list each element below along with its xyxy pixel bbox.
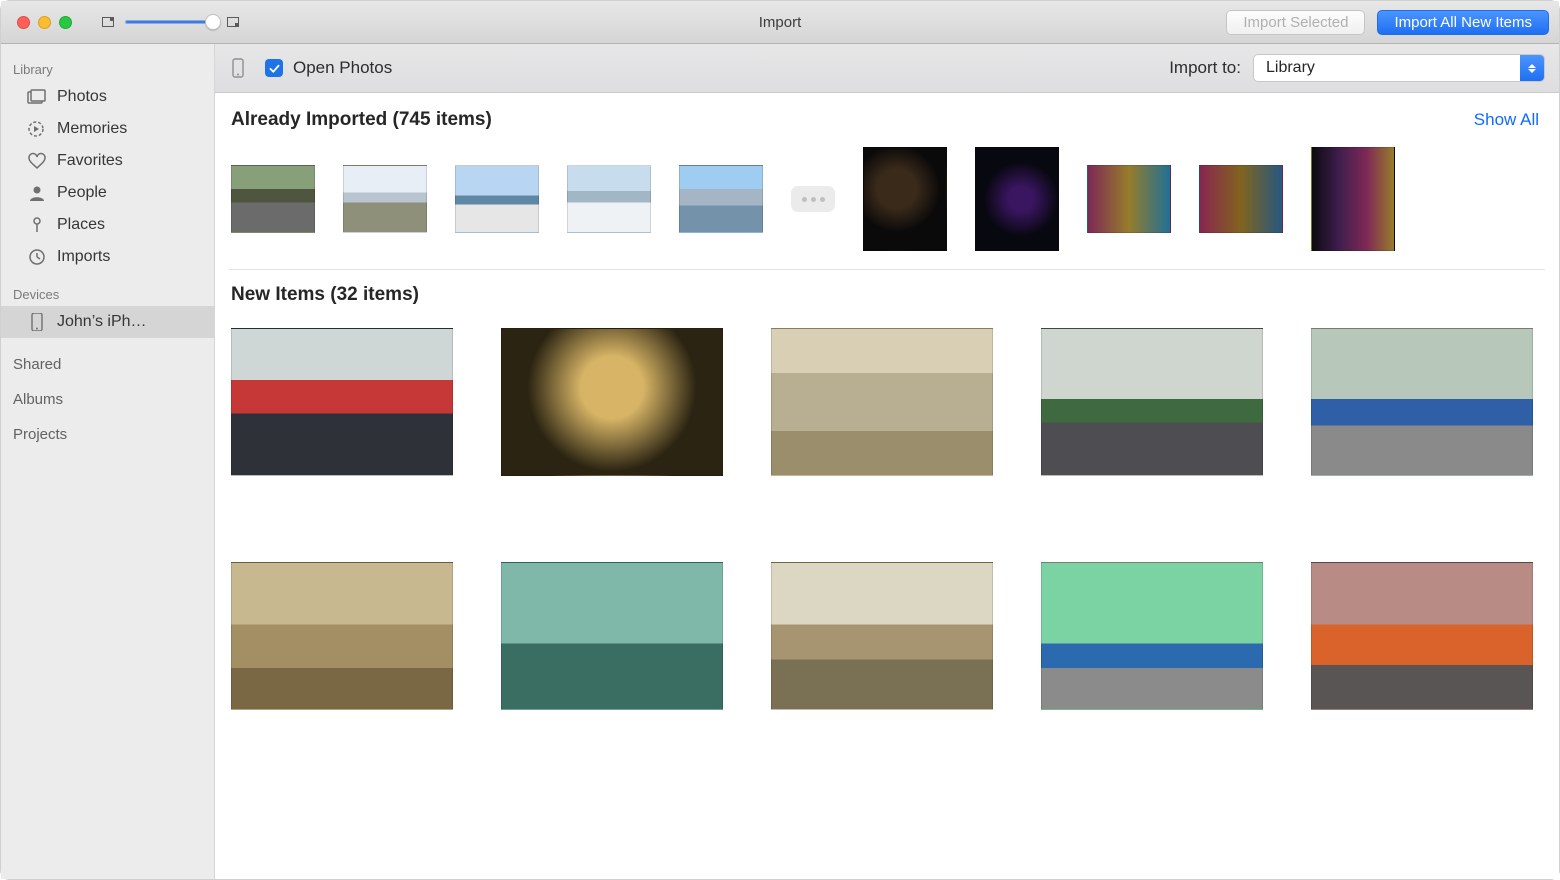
import-toolbar: Open Photos Import to: Library [215, 44, 1559, 93]
clock-icon [27, 248, 47, 266]
sidebar-item-people[interactable]: People [1, 177, 214, 209]
sidebar-item-label: People [57, 184, 107, 202]
imported-thumb[interactable] [679, 147, 763, 251]
photo-placeholder [501, 328, 723, 476]
sidebar-item-shared[interactable]: Shared [1, 346, 214, 381]
person-icon [27, 184, 47, 202]
sidebar-item-device-iphone[interactable]: John’s iPh… [1, 306, 214, 338]
sidebar-item-label: Photos [57, 88, 107, 106]
sidebar-item-label: Places [57, 216, 105, 234]
heart-icon [27, 152, 47, 170]
sidebar-item-label: Memories [57, 120, 127, 138]
photo-placeholder [1041, 562, 1263, 710]
title-bar: Import Import Selected Import All New It… [1, 1, 1559, 44]
open-photos-label: Open Photos [293, 58, 392, 78]
thumbnail-small-icon[interactable] [100, 16, 115, 29]
slider-thumb[interactable] [205, 14, 221, 30]
imported-thumb[interactable] [231, 147, 315, 251]
new-item-thumb[interactable] [1041, 328, 1263, 476]
new-item-thumb[interactable] [1311, 328, 1533, 476]
thumbnail-size-control [100, 16, 240, 29]
more-items-button[interactable] [791, 186, 835, 212]
sidebar-item-favorites[interactable]: Favorites [1, 145, 214, 177]
already-imported-heading-row: Already Imported (745 items) Show All [229, 107, 1545, 143]
photo-placeholder [231, 165, 315, 233]
open-photos-checkbox[interactable]: Open Photos [265, 58, 392, 78]
photo-placeholder [679, 165, 763, 233]
window-controls [17, 16, 72, 29]
close-window-button[interactable] [17, 16, 30, 29]
memories-icon [27, 120, 47, 138]
imported-thumb[interactable] [975, 147, 1059, 251]
imported-thumb[interactable] [455, 147, 539, 251]
device-icon [229, 57, 247, 79]
thumbnail-size-slider[interactable] [125, 20, 215, 24]
photo-placeholder [1311, 328, 1533, 476]
photo-placeholder [1311, 562, 1533, 710]
new-item-thumb[interactable] [1311, 562, 1533, 710]
photo-placeholder [863, 147, 947, 251]
sidebar-item-photos[interactable]: Photos [1, 81, 214, 113]
photo-placeholder [1041, 328, 1263, 476]
minimize-window-button[interactable] [38, 16, 51, 29]
new-items-grid [229, 318, 1545, 710]
new-item-thumb[interactable] [231, 562, 453, 710]
zoom-window-button[interactable] [59, 16, 72, 29]
new-items-heading-row: New Items (32 items) [229, 270, 1545, 318]
import-to-label: Import to: [1169, 58, 1241, 78]
import-all-button[interactable]: Import All New Items [1377, 10, 1549, 35]
sidebar-header-devices: Devices [1, 281, 214, 306]
select-arrows-icon [1520, 55, 1544, 81]
photos-icon [27, 88, 47, 106]
imported-thumb[interactable] [863, 147, 947, 251]
photo-placeholder [771, 328, 993, 476]
show-all-link[interactable]: Show All [1474, 110, 1539, 130]
checkbox-checked-icon [265, 59, 283, 77]
already-imported-heading: Already Imported (745 items) [231, 109, 492, 131]
new-items-heading: New Items (32 items) [231, 284, 419, 306]
import-to-select[interactable]: Library [1253, 54, 1545, 82]
import-to-value: Library [1254, 59, 1520, 77]
photo-placeholder [1311, 147, 1395, 251]
photo-placeholder [1087, 165, 1171, 233]
sidebar-item-label: Imports [57, 248, 110, 266]
photo-placeholder [455, 165, 539, 233]
photo-placeholder [231, 328, 453, 476]
phone-icon [27, 313, 47, 331]
sidebar-item-label: John’s iPh… [57, 313, 147, 331]
sidebar-item-albums[interactable]: Albums [1, 381, 214, 416]
imported-thumb[interactable] [1311, 147, 1395, 251]
photo-placeholder [501, 562, 723, 710]
photo-placeholder [343, 165, 427, 233]
new-item-thumb[interactable] [501, 562, 723, 710]
sidebar: Library Photos Memories Favorites [1, 44, 215, 879]
imported-thumb[interactable] [1087, 147, 1171, 251]
sidebar-item-projects[interactable]: Projects [1, 416, 214, 451]
sidebar-item-memories[interactable]: Memories [1, 113, 214, 145]
import-selected-button[interactable]: Import Selected [1226, 10, 1365, 35]
photo-placeholder [1199, 165, 1283, 233]
new-item-thumb[interactable] [771, 328, 993, 476]
photo-placeholder [567, 165, 651, 233]
sidebar-item-imports[interactable]: Imports [1, 241, 214, 273]
content-area[interactable]: Already Imported (745 items) Show All [215, 93, 1559, 879]
pin-icon [27, 216, 47, 234]
new-item-thumb[interactable] [1041, 562, 1263, 710]
sidebar-header-library: Library [1, 56, 214, 81]
thumbnail-large-icon[interactable] [225, 16, 240, 29]
main: Open Photos Import to: Library Already I… [215, 44, 1559, 879]
imported-thumb[interactable] [1199, 147, 1283, 251]
photo-placeholder [771, 562, 993, 710]
imported-thumb[interactable] [343, 147, 427, 251]
already-imported-strip [229, 143, 1545, 270]
photo-placeholder [975, 147, 1059, 251]
new-item-thumb[interactable] [231, 328, 453, 476]
imported-thumb[interactable] [567, 147, 651, 251]
new-item-thumb[interactable] [501, 328, 723, 476]
sidebar-item-places[interactable]: Places [1, 209, 214, 241]
sidebar-item-label: Favorites [57, 152, 123, 170]
new-item-thumb[interactable] [771, 562, 993, 710]
photo-placeholder [231, 562, 453, 710]
